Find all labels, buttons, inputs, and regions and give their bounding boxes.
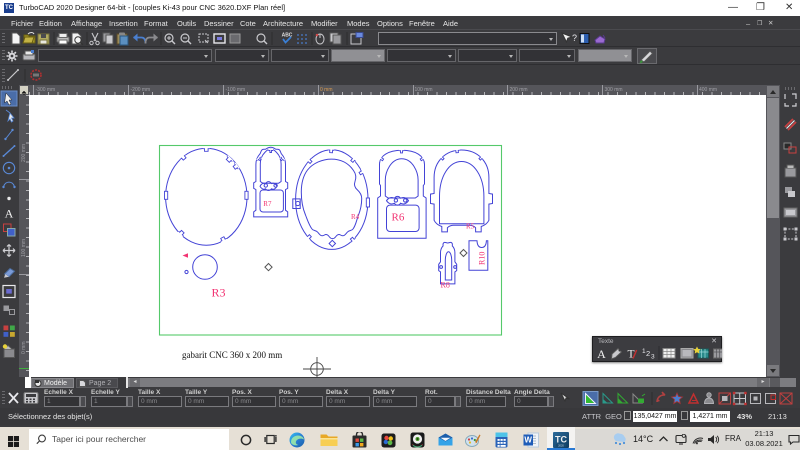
svg-text:?: ? [572,33,577,43]
svg-text:2: 2 [646,349,650,358]
svg-text:R10: R10 [477,251,486,264]
svg-text:TC: TC [555,434,567,444]
svg-text:R7: R7 [263,200,272,208]
svg-text:2020: 2020 [558,443,564,447]
svg-text:R6: R6 [391,211,404,223]
svg-text:A: A [597,347,606,361]
svg-text:T: T [627,349,634,361]
svg-text:gabarit CNC 360 x 200 mm: gabarit CNC 360 x 200 mm [182,349,282,359]
svg-text:A: A [5,207,14,221]
svg-text:R5: R5 [466,222,475,230]
svg-text:R8: R8 [440,280,449,289]
svg-text:R3: R3 [211,285,225,299]
svg-text:3: 3 [651,354,655,361]
svg-text:R4: R4 [351,213,360,221]
svg-text:W: W [524,436,532,445]
